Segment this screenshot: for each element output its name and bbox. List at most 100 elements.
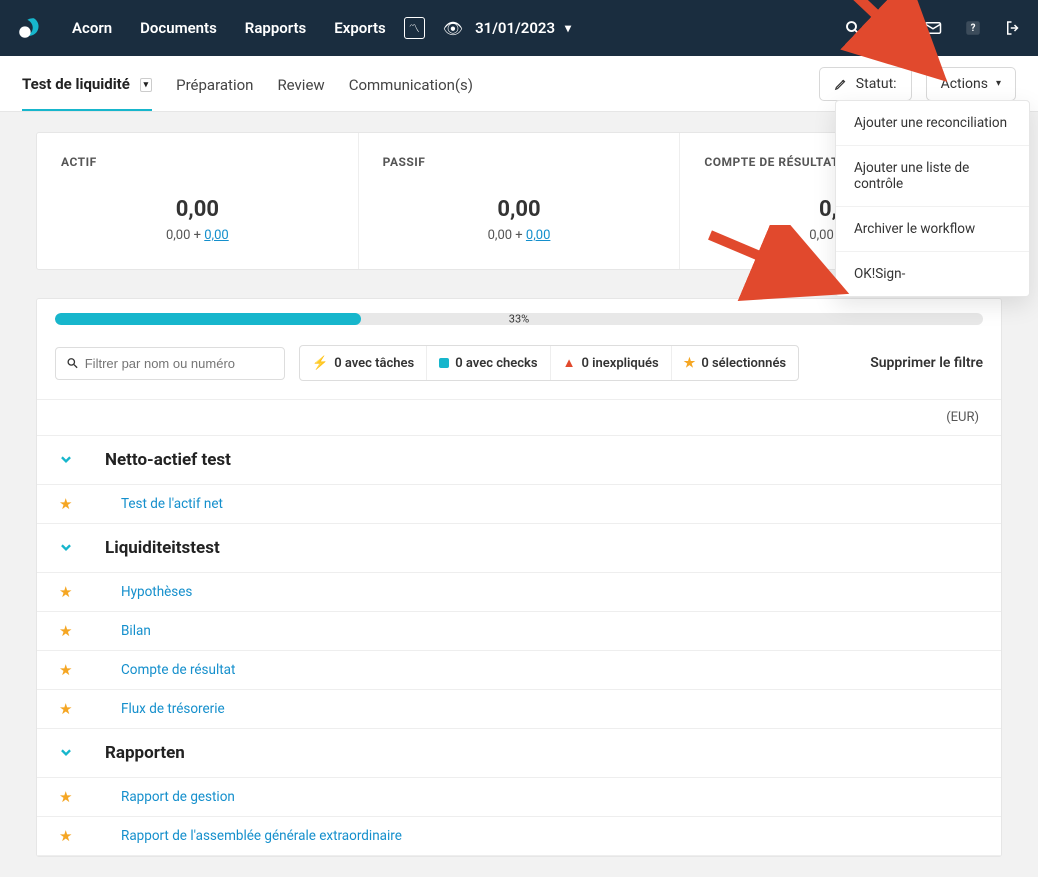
search-input[interactable] (85, 356, 274, 371)
star-icon[interactable]: ★ (59, 827, 81, 845)
item-link[interactable]: Bilan (121, 623, 151, 639)
actions-label: Actions (941, 76, 988, 92)
date-selector[interactable]: 31/01/2023 ▾ (475, 19, 571, 37)
card-value: 0,00 (61, 197, 334, 222)
group-title: Netto-actief test (105, 450, 231, 470)
nav-documents[interactable]: Documents (140, 19, 217, 37)
clear-filter-link[interactable]: Supprimer le filtre (870, 355, 983, 371)
item-row: ★ Bilan (37, 612, 1001, 651)
group-row[interactable]: Rapporten (37, 729, 1001, 778)
star-icon[interactable]: ★ (59, 788, 81, 806)
search-icon[interactable] (844, 19, 862, 37)
card-passif: PASSIF 0,00 0,00 + 0,00 (358, 133, 680, 269)
chip-unexplained[interactable]: ▲0 inexpliqués (550, 346, 671, 380)
toolbar-right: Supprimer le filtre (870, 355, 983, 371)
item-link[interactable]: Rapport de l'assemblée générale extraord… (121, 828, 402, 844)
bolt-icon: ⚡ (312, 356, 328, 371)
currency-header: (EUR) (946, 410, 979, 425)
tab-review[interactable]: Review (277, 58, 324, 110)
brand-link[interactable]: Acorn (72, 19, 112, 37)
star-icon[interactable]: ★ (59, 495, 81, 513)
progress-bar: 33% (55, 313, 983, 325)
star-icon[interactable]: ★ (59, 583, 81, 601)
card-title: PASSIF (383, 155, 656, 169)
group-row[interactable]: Netto-actief test (37, 436, 1001, 485)
chart-icon[interactable]: 〽 (404, 17, 425, 39)
pencil-icon (834, 77, 848, 91)
chevron-down-icon[interactable] (59, 539, 81, 558)
nav-exports[interactable]: Exports (334, 19, 386, 37)
groups-root: Netto-actief test ★ Test de l'actif net Liq… (37, 436, 1001, 856)
item-row: ★ Test de l'actif net (37, 485, 1001, 524)
filter-toolbar: ⚡0 avec tâches 0 avec checks ▲0 inexpliq… (37, 333, 1001, 399)
chip-selected[interactable]: ★0 sélectionnés (671, 346, 798, 380)
caret-down-icon: ▾ (996, 78, 1001, 89)
card-link[interactable]: 0,00 (526, 228, 550, 243)
card-actif: ACTIF 0,00 0,00 + 0,00 (37, 133, 358, 269)
chip-tasks[interactable]: ⚡0 avec tâches (300, 346, 426, 380)
card-sub: 0,00 + 0,00 (383, 228, 656, 243)
item-link[interactable]: Flux de trésorerie (121, 701, 225, 717)
card-value: 0,00 (383, 197, 656, 222)
star-icon[interactable]: ★ (59, 661, 81, 679)
nav-rapports[interactable]: Rapports (245, 19, 306, 37)
star-icon: ★ (684, 356, 696, 371)
help-icon[interactable]: ? (964, 19, 982, 37)
group-title: Liquiditeitstest (105, 538, 220, 558)
date-value: 31/01/2023 (475, 19, 555, 37)
card-title: ACTIF (61, 155, 334, 169)
main-panel: 33% ⚡0 avec tâches 0 avec checks ▲0 inex… (36, 298, 1002, 857)
group-row[interactable]: Liquiditeitstest (37, 524, 1001, 573)
tab-preparation[interactable]: Préparation (176, 58, 253, 110)
item-link[interactable]: Hypothèses (121, 584, 192, 600)
action-add-checklist[interactable]: Ajouter une liste de contrôle (836, 146, 1029, 207)
filter-chips: ⚡0 avec tâches 0 avec checks ▲0 inexpliq… (299, 345, 799, 381)
card-sub: 0,00 + 0,00 (61, 228, 334, 243)
tab-test-liquidite[interactable]: Test de liquidité ▾ (22, 57, 152, 111)
item-link[interactable]: Test de l'actif net (121, 496, 223, 512)
chevron-down-icon[interactable] (59, 744, 81, 763)
action-add-reconciliation[interactable]: Ajouter une reconciliation (836, 101, 1029, 146)
statut-label: Statut: (856, 76, 897, 92)
item-row: ★ Rapport de gestion (37, 778, 1001, 817)
search-input-wrap[interactable] (55, 347, 285, 380)
progress-fill (55, 313, 361, 325)
item-row: ★ Flux de trésorerie (37, 690, 1001, 729)
star-icon[interactable]: ★ (59, 700, 81, 718)
chevron-down-icon[interactable] (59, 451, 81, 470)
tab-label: Test de liquidité (22, 75, 130, 93)
topnav-links: Acorn Documents Rapports Exports (72, 19, 386, 37)
table-header: (EUR) (37, 399, 1001, 436)
item-link[interactable]: Compte de résultat (121, 662, 235, 678)
warning-icon: ▲ (563, 355, 576, 371)
subbar-right: Statut: Actions ▾ (819, 67, 1016, 101)
actions-button[interactable]: Actions ▾ (926, 67, 1016, 101)
progress-label: 33% (509, 313, 529, 325)
statut-button[interactable]: Statut: (819, 67, 912, 101)
logo-icon[interactable] (16, 15, 42, 41)
card-link[interactable]: 0,00 (204, 228, 228, 243)
svg-text:?: ? (971, 23, 976, 34)
notification-icon[interactable] (884, 19, 902, 37)
action-oksign[interactable]: OK!Sign- (836, 252, 1029, 296)
tab-communication[interactable]: Communication(s) (349, 58, 473, 110)
action-archive-workflow[interactable]: Archiver le workflow (836, 207, 1029, 252)
mail-icon[interactable] (924, 19, 942, 37)
tab-dropdown-icon[interactable]: ▾ (140, 78, 153, 92)
item-row: ★ Compte de résultat (37, 651, 1001, 690)
item-link[interactable]: Rapport de gestion (121, 789, 235, 805)
chevron-down-icon: ▾ (565, 21, 571, 35)
topnav-icon-group: 〽 👁 (404, 17, 463, 39)
group-title: Rapporten (105, 743, 185, 763)
star-icon[interactable]: ★ (59, 622, 81, 640)
progress-wrap: 33% (37, 299, 1001, 333)
eye-slash-icon[interactable]: 👁 (443, 19, 463, 38)
square-icon (439, 358, 449, 368)
item-row: ★ Rapport de l'assemblée générale extraor… (37, 817, 1001, 856)
search-icon (66, 356, 79, 370)
topnav-right: ? (844, 19, 1022, 37)
chip-checks[interactable]: 0 avec checks (426, 346, 549, 380)
actions-dropdown: Ajouter une reconciliation Ajouter une l… (835, 100, 1030, 297)
workflow-tabs: Test de liquidité ▾ Préparation Review C… (22, 57, 473, 111)
exit-icon[interactable] (1004, 19, 1022, 37)
